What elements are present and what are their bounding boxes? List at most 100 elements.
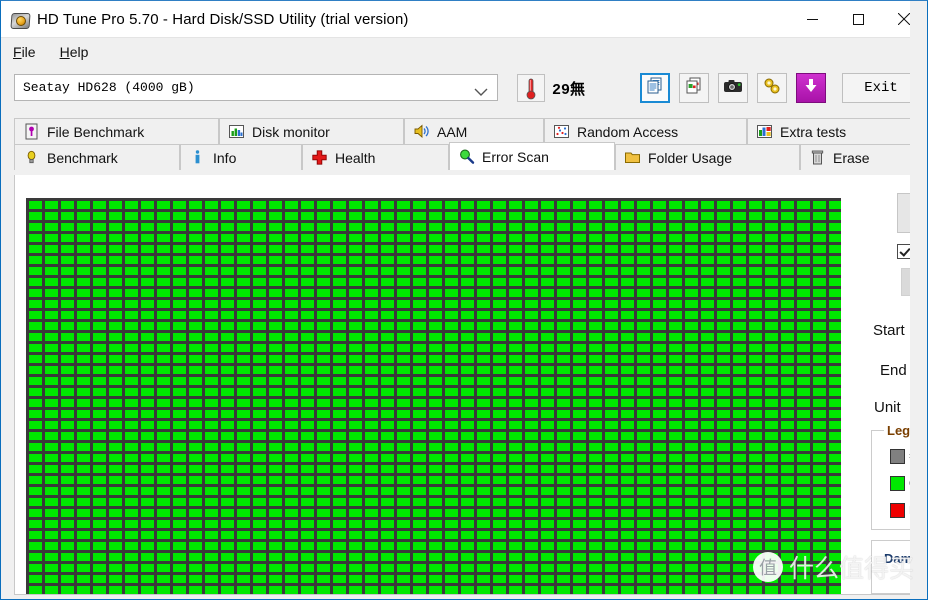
- scan-block: [813, 366, 826, 374]
- tab-folder-usage[interactable]: Folder Usage: [615, 144, 800, 170]
- scan-block: [221, 553, 234, 561]
- exit-button[interactable]: Exit: [842, 73, 920, 103]
- thermometer-icon: [526, 78, 536, 105]
- scan-block: [637, 278, 650, 286]
- drive-select[interactable]: Seatay HD628 (4000 gB): [14, 74, 498, 101]
- scan-block: [237, 245, 250, 253]
- scan-block: [461, 377, 474, 385]
- menu-help[interactable]: Help: [58, 42, 99, 62]
- scan-block: [477, 267, 490, 275]
- tab-extra-tests[interactable]: Extra tests: [747, 118, 912, 144]
- scan-block: [285, 454, 298, 462]
- scan-block: [797, 421, 810, 429]
- scan-block: [221, 333, 234, 341]
- scan-block: [349, 421, 362, 429]
- scan-block: [717, 377, 730, 385]
- scan-block: [173, 399, 186, 407]
- scan-block: [189, 421, 202, 429]
- scan-block: [205, 223, 218, 231]
- scan-block: [141, 322, 154, 330]
- scan-block: [493, 212, 506, 220]
- scan-block: [589, 289, 602, 297]
- scan-block: [813, 487, 826, 495]
- copy-image-button[interactable]: [679, 73, 709, 103]
- scan-block: [173, 465, 186, 473]
- scan-block: [669, 498, 682, 506]
- download-button[interactable]: [796, 73, 826, 103]
- scan-block: [765, 509, 778, 517]
- tab-info[interactable]: Info: [180, 144, 302, 170]
- settings-button[interactable]: [757, 73, 787, 103]
- scan-block: [749, 575, 762, 583]
- scan-block: [221, 586, 234, 594]
- scan-block: [413, 278, 426, 286]
- scan-block: [141, 586, 154, 594]
- scan-block: [109, 399, 122, 407]
- scan-block: [381, 300, 394, 308]
- scan-block: [253, 399, 266, 407]
- scan-block: [429, 575, 442, 583]
- scan-block: [445, 267, 458, 275]
- minimize-button[interactable]: [789, 1, 835, 37]
- scan-block: [317, 586, 330, 594]
- scan-block: [29, 520, 42, 528]
- scan-block: [237, 223, 250, 231]
- scan-block: [45, 212, 58, 220]
- tab-file-benchmark[interactable]: File Benchmark: [14, 118, 219, 144]
- scan-block: [653, 355, 666, 363]
- scan-grid[interactable]: [26, 198, 841, 594]
- scan-block: [29, 487, 42, 495]
- scan-block: [717, 355, 730, 363]
- scan-block: [445, 410, 458, 418]
- scan-block: [477, 586, 490, 594]
- tab-benchmark[interactable]: Benchmark: [14, 144, 180, 170]
- scan-block: [365, 366, 378, 374]
- scan-block: [813, 377, 826, 385]
- scan-block: [589, 432, 602, 440]
- scan-block: [509, 553, 522, 561]
- scan-block: [333, 432, 346, 440]
- scan-block: [429, 267, 442, 275]
- screenshot-button[interactable]: [718, 73, 748, 103]
- scan-block: [733, 476, 746, 484]
- scan-block: [621, 509, 634, 517]
- scan-block: [61, 377, 74, 385]
- scan-block: [685, 289, 698, 297]
- scan-block: [525, 520, 538, 528]
- tab-erase[interactable]: Erase: [800, 144, 912, 170]
- tab-random-access[interactable]: Random Access: [544, 118, 747, 144]
- tab-health[interactable]: Health: [302, 144, 449, 170]
- scan-block: [493, 575, 506, 583]
- scan-block: [45, 333, 58, 341]
- scan-block: [317, 289, 330, 297]
- end-label: End: [880, 362, 907, 379]
- scan-block: [445, 212, 458, 220]
- scan-block: [29, 542, 42, 550]
- scan-block: [317, 245, 330, 253]
- unit-label: Unit: [874, 399, 901, 416]
- scan-block: [557, 223, 570, 231]
- scan-block: [557, 366, 570, 374]
- scan-block: [733, 256, 746, 264]
- tab-disk-monitor[interactable]: Disk monitor: [219, 118, 404, 144]
- menu-file[interactable]: File: [11, 42, 46, 62]
- scan-block: [669, 212, 682, 220]
- scan-block: [477, 410, 490, 418]
- scan-block: [29, 454, 42, 462]
- copy-text-button[interactable]: [640, 73, 670, 103]
- scan-block: [285, 333, 298, 341]
- scan-block: [61, 267, 74, 275]
- scan-block: [205, 465, 218, 473]
- tab-aam[interactable]: AAM: [404, 118, 544, 144]
- scan-block: [45, 498, 58, 506]
- tab-error-scan[interactable]: Error Scan: [449, 142, 615, 170]
- scan-block: [269, 454, 282, 462]
- scan-block: [173, 476, 186, 484]
- scan-block: [205, 454, 218, 462]
- maximize-button[interactable]: [835, 1, 881, 37]
- scan-block: [829, 278, 841, 286]
- scan-block: [29, 377, 42, 385]
- scan-block: [717, 311, 730, 319]
- scan-block: [477, 443, 490, 451]
- scan-grid-container[interactable]: [26, 198, 841, 594]
